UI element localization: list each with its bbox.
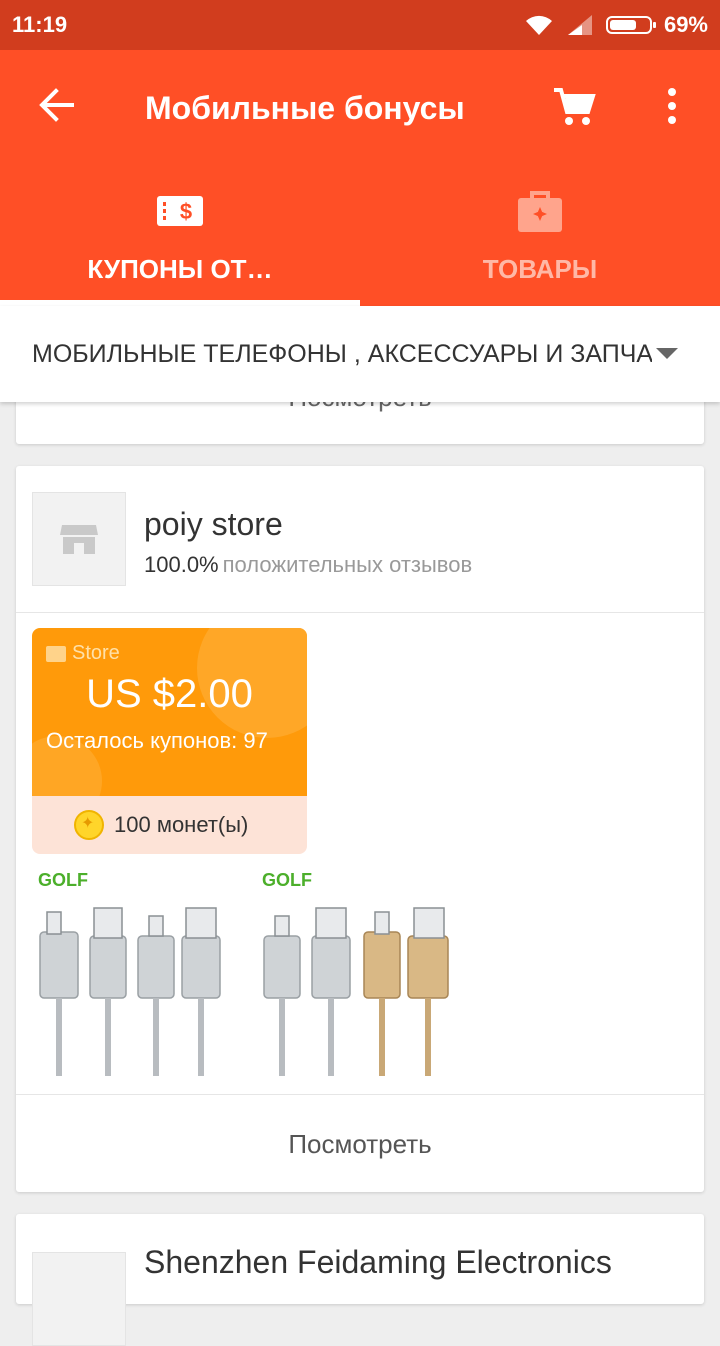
signal-icon xyxy=(567,15,592,35)
cable-picture xyxy=(263,907,449,1076)
store-logo xyxy=(32,1252,126,1346)
store-logo xyxy=(32,492,126,586)
cart-icon[interactable] xyxy=(552,86,596,126)
rating-label: положительных отзывов xyxy=(222,552,473,577)
store-icon xyxy=(60,525,98,554)
coupon-price: 100 монет(ы) xyxy=(32,796,307,854)
tab-products-label: ТОВАРЫ xyxy=(482,254,598,284)
battery-percent: 69% xyxy=(663,12,708,37)
category-dropdown[interactable]: МОБИЛЬНЫЕ ТЕЛЕФОНЫ , АКСЕССУАРЫ И ЗАПЧАС… xyxy=(0,306,720,402)
tab-coupons-label: КУПОНЫ ОТ… xyxy=(87,254,273,284)
tab-products[interactable]: ТОВАРЫ xyxy=(360,178,720,306)
store-tag-icon xyxy=(46,645,66,662)
battery-icon xyxy=(605,16,656,34)
cable-picture xyxy=(39,907,221,1076)
store-name[interactable]: Shenzhen Feidaming Electronics xyxy=(144,1244,612,1281)
view-button[interactable]: Посмотреть xyxy=(16,1129,704,1160)
status-time: 11:19 xyxy=(12,12,68,37)
tab-coupons[interactable]: $ КУПОНЫ ОТ… xyxy=(0,178,360,306)
chevron-down-icon xyxy=(656,348,678,359)
page-title: Мобильные бонусы xyxy=(145,90,465,126)
bag-icon xyxy=(518,191,562,232)
coupons-remaining: Осталось купонов: 97 xyxy=(46,728,268,753)
coupon-icon: $ xyxy=(157,196,203,226)
coupon-tag-label: Store xyxy=(72,642,120,664)
product-image[interactable]: GOLF xyxy=(34,866,244,1086)
coupon-store-tag: Store xyxy=(46,642,120,665)
svg-text:$: $ xyxy=(180,199,192,224)
arrow-left-icon[interactable] xyxy=(36,85,76,125)
status-bar: 11:19 69% xyxy=(0,0,720,50)
store-name[interactable]: poiy store xyxy=(144,506,283,543)
coupon-coins: 100 монет(ы) xyxy=(114,812,249,837)
app-bar: Мобильные бонусы $ КУПОНЫ ОТ… ТОВАРЫ xyxy=(0,50,720,306)
coin-icon xyxy=(74,810,104,840)
rating-percent: 100.0% xyxy=(144,552,219,577)
coupon-card-next: Shenzhen Feidaming Electronics xyxy=(16,1214,704,1346)
product-image[interactable]: GOLF xyxy=(258,866,468,1086)
card-footer: Посмотреть xyxy=(16,1094,704,1193)
coupon-amount: US $2.00 xyxy=(86,672,253,716)
wifi-icon xyxy=(525,15,552,35)
store-rating: 100.0% положительных отзывов xyxy=(144,552,472,578)
store-header[interactable]: poiy store 100.0% положительных отзывов xyxy=(16,466,704,613)
category-selected: МОБИЛЬНЫЕ ТЕЛЕФОНЫ , АКСЕССУАРЫ И ЗАПЧАС… xyxy=(32,340,652,368)
coupon-card: poiy store 100.0% положительных отзывов S… xyxy=(16,466,704,1192)
more-vert-icon[interactable] xyxy=(660,86,684,126)
coupon[interactable]: Store US $2.00 Осталось купонов: 97 100 … xyxy=(32,628,307,854)
